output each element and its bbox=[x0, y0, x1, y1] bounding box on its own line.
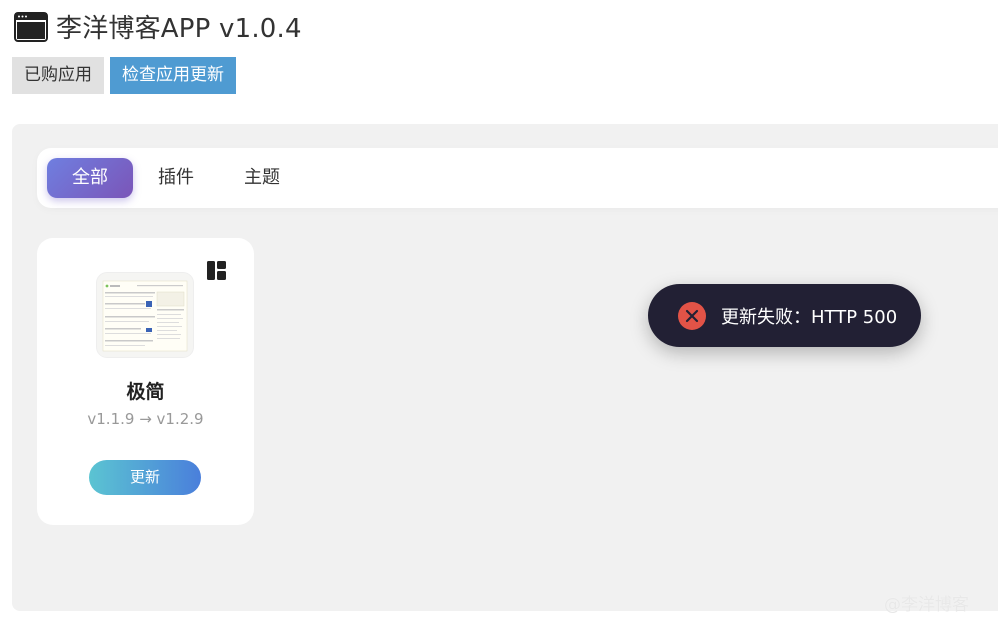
action-buttons: 已购应用 检查应用更新 bbox=[12, 57, 236, 94]
app-title: 李洋博客APP v1.0.4 bbox=[56, 14, 302, 44]
error-toast: 更新失败：HTTP 500 bbox=[648, 284, 921, 347]
purchased-apps-button[interactable]: 已购应用 bbox=[12, 57, 104, 94]
tab-themes[interactable]: 主题 bbox=[227, 158, 297, 198]
check-update-button[interactable]: 检查应用更新 bbox=[110, 57, 236, 94]
filter-tabs: 全部 插件 主题 bbox=[37, 148, 998, 208]
watermark: @李洋博客 bbox=[884, 595, 969, 615]
tab-all[interactable]: 全部 bbox=[47, 158, 133, 198]
app-window-icon bbox=[14, 11, 48, 42]
update-button[interactable]: 更新 bbox=[89, 460, 201, 495]
tab-plugins[interactable]: 插件 bbox=[141, 158, 211, 198]
theme-name: 极简 bbox=[126, 381, 165, 403]
theme-card: 极简 v1.1.9 → v1.2.9 更新 bbox=[37, 238, 254, 525]
error-x-icon bbox=[678, 301, 706, 330]
theme-thumbnail bbox=[97, 273, 193, 357]
theme-version: v1.1.9 → v1.2.9 bbox=[87, 410, 204, 428]
app-header: 李洋博客APP v1.0.4 bbox=[14, 8, 302, 45]
layout-grid-icon[interactable] bbox=[207, 261, 226, 280]
toast-message: 更新失败：HTTP 500 bbox=[721, 306, 898, 328]
